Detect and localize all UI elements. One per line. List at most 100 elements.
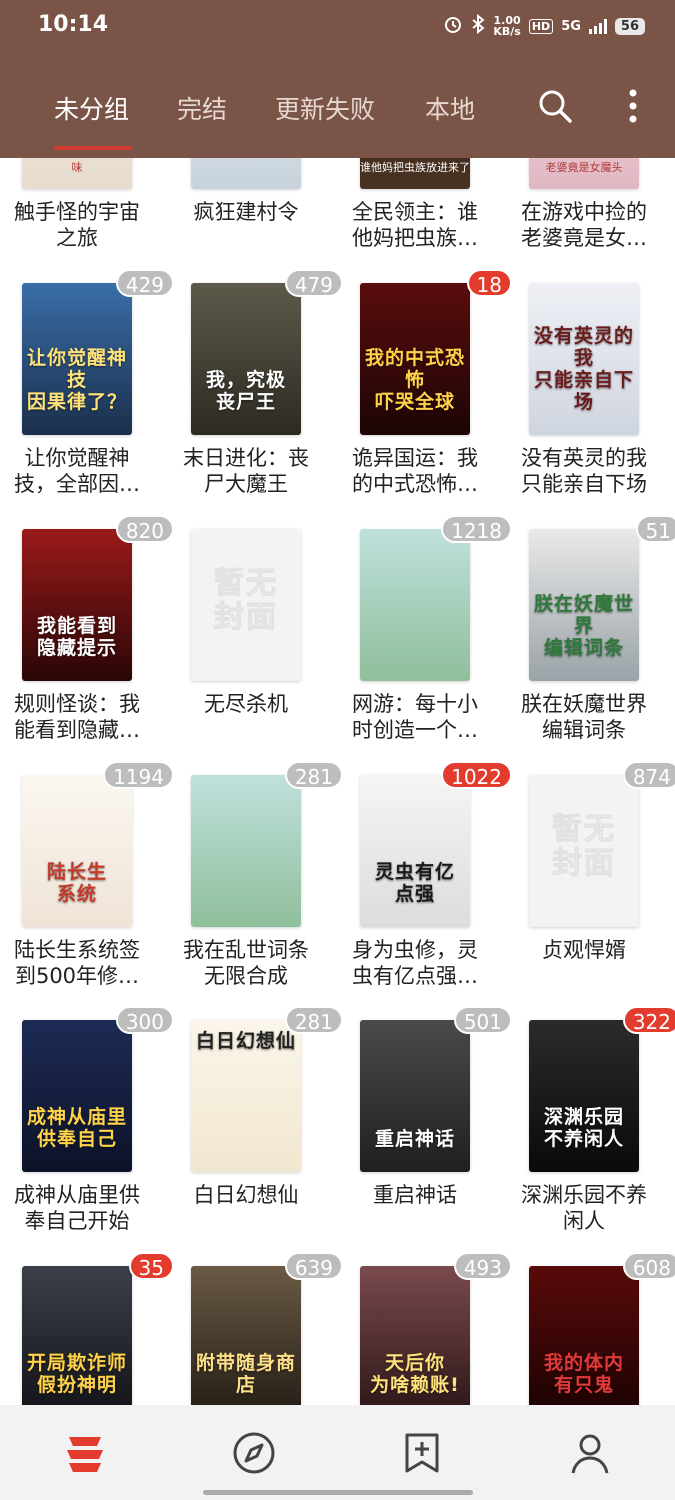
- unread-count-badge: 608: [622, 1252, 675, 1280]
- book-cover[interactable]: 暂无 封面: [529, 775, 639, 927]
- bookmark-add-icon[interactable]: [400, 1431, 444, 1479]
- book-title[interactable]: 没有英灵的我 只能亲自下场: [499, 445, 669, 497]
- alarm-icon: [443, 14, 463, 38]
- book-cover[interactable]: 成神从庙里 供奉自己: [22, 1020, 132, 1172]
- more-vertical-icon[interactable]: [624, 88, 642, 128]
- book-title-line: 无限合成: [204, 964, 288, 988]
- cover-title: 天后你 为啥赖账!: [360, 1352, 470, 1396]
- unread-count-badge: 281: [284, 1006, 343, 1034]
- book-title[interactable]: 在游戏中捡的 老婆竟是女…: [499, 199, 669, 251]
- cover-title-line: 重启神话: [374, 1128, 455, 1150]
- book-cover[interactable]: 附带随身商店: [191, 1266, 301, 1405]
- bookshelf-icon[interactable]: [63, 1431, 107, 1479]
- book-cover[interactable]: 我的体内 有只鬼: [529, 1266, 639, 1405]
- bottom-navigation: [0, 1405, 675, 1500]
- signal-icon: [588, 18, 607, 34]
- book-title[interactable]: 白日幻想仙: [161, 1182, 331, 1208]
- no-cover-line: 封面: [552, 846, 616, 881]
- book-title[interactable]: 疯狂建村令: [161, 199, 331, 225]
- cover-title: 我，究极 丧尸王: [191, 369, 301, 413]
- bookshelf-grid: 味触手怪的宇宙 之旅 疯狂建村令 谁他妈把虫族放进来了 全民领主：谁 他妈把虫族… 老婆竟是…: [0, 0, 675, 1405]
- book-title-line: 网游：每十小: [352, 692, 478, 716]
- book-title[interactable]: 深渊乐园不养 闲人: [499, 1182, 669, 1234]
- unread-count-badge: 18: [466, 269, 512, 297]
- cover-title-line: 我的中式恐怖: [364, 347, 465, 391]
- book-title-line: 诡异国运：我: [352, 446, 478, 470]
- cover-title: 没有英灵的我 只能亲自下场: [529, 325, 639, 413]
- unread-count-badge: 1022: [441, 761, 512, 789]
- book-title[interactable]: 朕在妖魔世界 编辑词条: [499, 691, 669, 743]
- book-title[interactable]: 诡异国运：我 的中式恐怖…: [330, 445, 500, 497]
- unread-count-badge: 281: [284, 761, 343, 789]
- book-cover[interactable]: 我能看到 隐藏提示: [22, 529, 132, 681]
- book-title[interactable]: 陆长生系统签 到500年修…: [0, 937, 162, 989]
- cover-title-line: 成神从庙里: [26, 1106, 127, 1128]
- book-title[interactable]: 无尽杀机: [161, 691, 331, 717]
- book-cover[interactable]: 我，究极 丧尸王: [191, 283, 301, 435]
- app-header: 10:14 1.00 KB/s HD 5G 56 未分组 完结 更新失败 本地: [0, 0, 675, 158]
- book-title-line: 技，全部因…: [14, 472, 140, 496]
- book-cover[interactable]: 暂无 封面: [191, 529, 301, 681]
- compass-icon[interactable]: [232, 1431, 276, 1479]
- book-cover[interactable]: 让你觉醒神技 因果律了？: [22, 283, 132, 435]
- book-title-line: 奉自己开始: [24, 1209, 130, 1233]
- cover-title-line: 没有英灵的我: [533, 325, 634, 369]
- book-cover[interactable]: 没有英灵的我 只能亲自下场: [529, 283, 639, 435]
- book-title-line: 编辑词条: [542, 718, 626, 742]
- group-tabs: 未分组 完结 更新失败 本地: [0, 82, 675, 132]
- cover-title-line: 吓哭全球: [374, 391, 455, 413]
- tab-local[interactable]: 本地: [425, 90, 475, 126]
- cover-title: 陆长生 系统: [22, 861, 132, 905]
- cover-title-line: 供奉自己: [36, 1128, 117, 1150]
- cover-title-line: 开局欺诈师: [26, 1352, 127, 1374]
- book-cover[interactable]: 白日幻想仙: [191, 1020, 301, 1172]
- book-title[interactable]: 让你觉醒神 技，全部因…: [0, 445, 162, 497]
- cover-title-line: 我能看到: [36, 615, 117, 637]
- book-title-line: 深渊乐园不养: [521, 1183, 647, 1207]
- book-title-line: 的中式恐怖…: [352, 472, 478, 496]
- search-icon[interactable]: [537, 88, 573, 128]
- cover-title-line: 灵虫有亿: [374, 861, 455, 883]
- cover-title-line: 丧尸王: [215, 391, 276, 413]
- book-title-line: 成神从庙里供: [14, 1183, 140, 1207]
- book-cover[interactable]: 开局欺诈师 假扮神明: [22, 1266, 132, 1405]
- book-cover[interactable]: 深渊乐园 不养闲人: [529, 1020, 639, 1172]
- unread-count-badge: 493: [453, 1252, 512, 1280]
- book-cover[interactable]: 我的中式恐怖 吓哭全球: [360, 283, 470, 435]
- book-cover[interactable]: 陆长生 系统: [22, 775, 132, 927]
- tab-update-failed[interactable]: 更新失败: [275, 90, 375, 126]
- book-title-line: 我在乱世词条: [183, 938, 309, 962]
- book-cover[interactable]: 重启神话: [360, 1020, 470, 1172]
- book-title[interactable]: 成神从庙里供 奉自己开始: [0, 1182, 162, 1234]
- unread-count-badge: 820: [115, 515, 174, 543]
- no-cover-placeholder: 暂无 封面: [529, 812, 639, 881]
- cover-subtitle: 谁他妈把虫族放进来了: [360, 161, 470, 174]
- book-title[interactable]: 网游：每十小 时创造一个…: [330, 691, 500, 743]
- book-title[interactable]: 末日进化：丧 尸大魔王: [161, 445, 331, 497]
- hd-badge: HD: [528, 18, 554, 34]
- cover-title-line: 只能亲自下场: [533, 369, 634, 413]
- book-cover[interactable]: [360, 529, 470, 681]
- book-title[interactable]: 贞观悍婿: [499, 937, 669, 963]
- book-cover[interactable]: 天后你 为啥赖账!: [360, 1266, 470, 1405]
- book-title-line: 尸大魔王: [204, 472, 288, 496]
- cover-title-line: 附带随身商店: [195, 1352, 296, 1396]
- cover-title: 成神从庙里 供奉自己: [22, 1106, 132, 1150]
- book-title[interactable]: 我在乱世词条 无限合成: [161, 937, 331, 989]
- book-title[interactable]: 重启神话: [330, 1182, 500, 1208]
- status-icons: 1.00 KB/s HD 5G 56: [443, 13, 645, 38]
- book-title[interactable]: 规则怪谈：我 能看到隐藏…: [0, 691, 162, 743]
- tab-ungrouped[interactable]: 未分组: [54, 90, 129, 126]
- cover-title-line: 因果律了？: [26, 391, 127, 413]
- no-cover-line: 暂无: [214, 566, 278, 601]
- tab-completed[interactable]: 完结: [177, 90, 227, 126]
- book-cover[interactable]: 朕在妖魔世界 编辑词条: [529, 529, 639, 681]
- book-title[interactable]: 全民领主：谁 他妈把虫族…: [330, 199, 500, 251]
- book-cover[interactable]: [191, 775, 301, 927]
- book-title[interactable]: 触手怪的宇宙 之旅: [0, 199, 162, 251]
- book-title-line: 无尽杀机: [204, 692, 288, 716]
- book-cover[interactable]: 灵虫有亿 点强: [360, 775, 470, 927]
- profile-icon[interactable]: [568, 1431, 612, 1479]
- book-title-line: 没有英灵的我: [521, 446, 647, 470]
- book-title[interactable]: 身为虫修，灵 虫有亿点强…: [330, 937, 500, 989]
